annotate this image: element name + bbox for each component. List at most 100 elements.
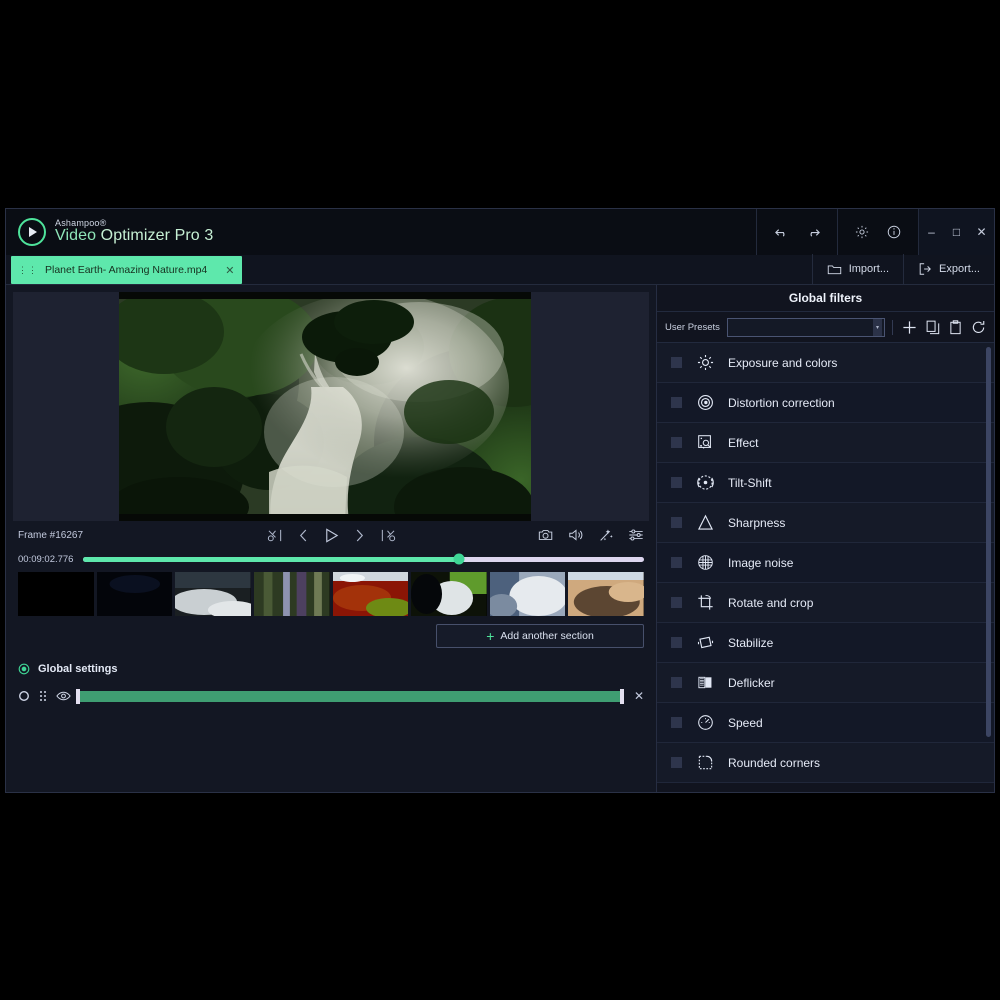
filter-checkbox[interactable] [671,397,682,408]
filmstrip-thumbnail[interactable] [568,572,644,616]
filter-row-rotate-and-crop[interactable]: Rotate and crop [657,583,994,623]
sun-icon [695,354,715,371]
info-circle-icon[interactable] [878,209,910,255]
filmstrip-thumbnail[interactable] [489,572,566,616]
chevron-down-icon[interactable]: ▾ [873,318,882,336]
mark-out-icon[interactable] [379,528,396,543]
next-frame-icon[interactable] [354,528,365,543]
filter-checkbox[interactable] [671,477,682,488]
mark-in-icon[interactable] [267,528,284,543]
timeline-row-close-button[interactable]: ✕ [629,689,644,703]
close-button[interactable]: ✕ [969,209,994,255]
deflicker-icon [695,674,715,691]
filter-row-speed[interactable]: Speed [657,703,994,743]
export-button[interactable]: Export... [903,254,994,284]
filter-label: Sharpness [728,515,786,530]
global-settings-label: Global settings [38,663,118,675]
seek-handle[interactable] [453,553,465,565]
tab-close-icon[interactable]: ✕ [225,264,234,277]
filter-checkbox[interactable] [671,597,682,608]
effect-magnify-icon [695,434,715,451]
timeline-clip[interactable] [76,688,624,704]
filter-label: Rotate and crop [728,595,814,610]
user-presets-dropdown[interactable]: ▾ [726,317,885,337]
main-body: Frame #16267 00:09:02.776 + Add another … [6,285,994,792]
app-brand: Ashampoo® Video Optimizer Pro 3 [6,218,756,246]
drag-grip-icon[interactable] [39,690,47,702]
filter-label: Tilt-Shift [728,475,772,490]
filter-label: Effect [728,435,759,450]
add-preset-icon[interactable] [902,320,917,335]
add-another-section-button[interactable]: + Add another section [436,624,644,648]
frame-number-label: Frame #16267 [18,529,84,541]
export-arrow-icon [918,262,932,276]
filter-label: Speed [728,715,763,730]
adjust-sliders-icon[interactable] [628,528,644,542]
filter-row-effect[interactable]: Effect [657,423,994,463]
window-controls: – □ ✕ [918,209,994,255]
settings-button-group [837,209,918,255]
video-frame[interactable] [119,292,531,521]
filmstrip-thumbnail[interactable] [175,572,251,616]
filter-checkbox[interactable] [671,517,682,528]
filter-checkbox[interactable] [671,677,682,688]
tilt-shift-icon [695,474,715,491]
undo-arrow-icon[interactable] [765,209,797,255]
filmstrip-thumbnail[interactable] [411,572,487,616]
filter-row-sharpness[interactable]: Sharpness [657,503,994,543]
previous-frame-icon[interactable] [298,528,309,543]
triangle-sharpness-icon [695,514,715,531]
preview-tools [538,528,644,543]
record-circle-icon[interactable] [18,690,30,702]
filter-checkbox[interactable] [671,637,682,648]
panel-title: Global filters [657,285,994,312]
rounded-corners-icon [695,754,715,771]
filmstrip-thumbnail[interactable] [96,572,173,616]
filter-label: Distortion correction [728,395,835,410]
filter-checkbox[interactable] [671,357,682,368]
filter-label: Rounded corners [728,755,821,770]
filmstrip-thumbnail[interactable] [332,572,409,616]
reset-preset-icon[interactable] [971,320,986,335]
minimize-button[interactable]: – [919,209,944,255]
filters-scrollbar[interactable] [986,347,991,737]
redo-arrow-icon[interactable] [797,209,829,255]
filter-row-exposure-and-colors[interactable]: Exposure and colors [657,343,994,383]
global-filters-panel: Global filters User Presets ▾ Exposure a… [656,285,994,792]
filmstrip-thumbnail[interactable] [18,572,94,616]
filter-row-image-noise[interactable]: Image noise [657,543,994,583]
clip-handle-left[interactable] [76,688,80,704]
tab-video-file[interactable]: ⋮⋮ Planet Earth- Amazing Nature.mp4 ✕ [11,256,243,284]
seek-progress-fill [83,556,460,562]
eye-icon[interactable] [56,690,71,702]
preset-actions [892,319,986,335]
filter-row-rounded-corners[interactable]: Rounded corners [657,743,994,783]
filmstrip [6,572,656,616]
filter-row-distortion-correction[interactable]: Distortion correction [657,383,994,423]
filmstrip-thumbnail[interactable] [253,572,330,616]
filter-row-stabilize[interactable]: Stabilize [657,623,994,663]
filter-checkbox[interactable] [671,757,682,768]
filter-checkbox[interactable] [671,717,682,728]
snapshot-camera-icon[interactable] [538,528,554,542]
filter-row-tilt-shift[interactable]: Tilt-Shift [657,463,994,503]
import-button[interactable]: Import... [811,254,903,284]
seek-slider[interactable] [83,553,644,565]
speedometer-icon [695,714,715,731]
paste-preset-icon[interactable] [949,319,962,335]
filter-row-deflicker[interactable]: Deflicker [657,663,994,703]
gear-icon[interactable] [846,209,878,255]
drag-grip-icon[interactable]: ⋮⋮ [18,265,38,274]
maximize-button[interactable]: □ [944,209,969,255]
play-icon[interactable] [323,527,340,544]
stabilize-icon [695,634,715,651]
application-window: Ashampoo® Video Optimizer Pro 3 – □ ✕ ⋮⋮… [5,208,995,793]
filter-checkbox[interactable] [671,437,682,448]
grid-sphere-noise-icon [695,554,715,571]
magic-wand-icon[interactable] [598,528,614,543]
filter-checkbox[interactable] [671,557,682,568]
copy-preset-icon[interactable] [926,320,940,335]
volume-icon[interactable] [568,528,584,542]
clip-handle-right[interactable] [619,688,624,704]
filter-label: Image noise [728,555,794,570]
